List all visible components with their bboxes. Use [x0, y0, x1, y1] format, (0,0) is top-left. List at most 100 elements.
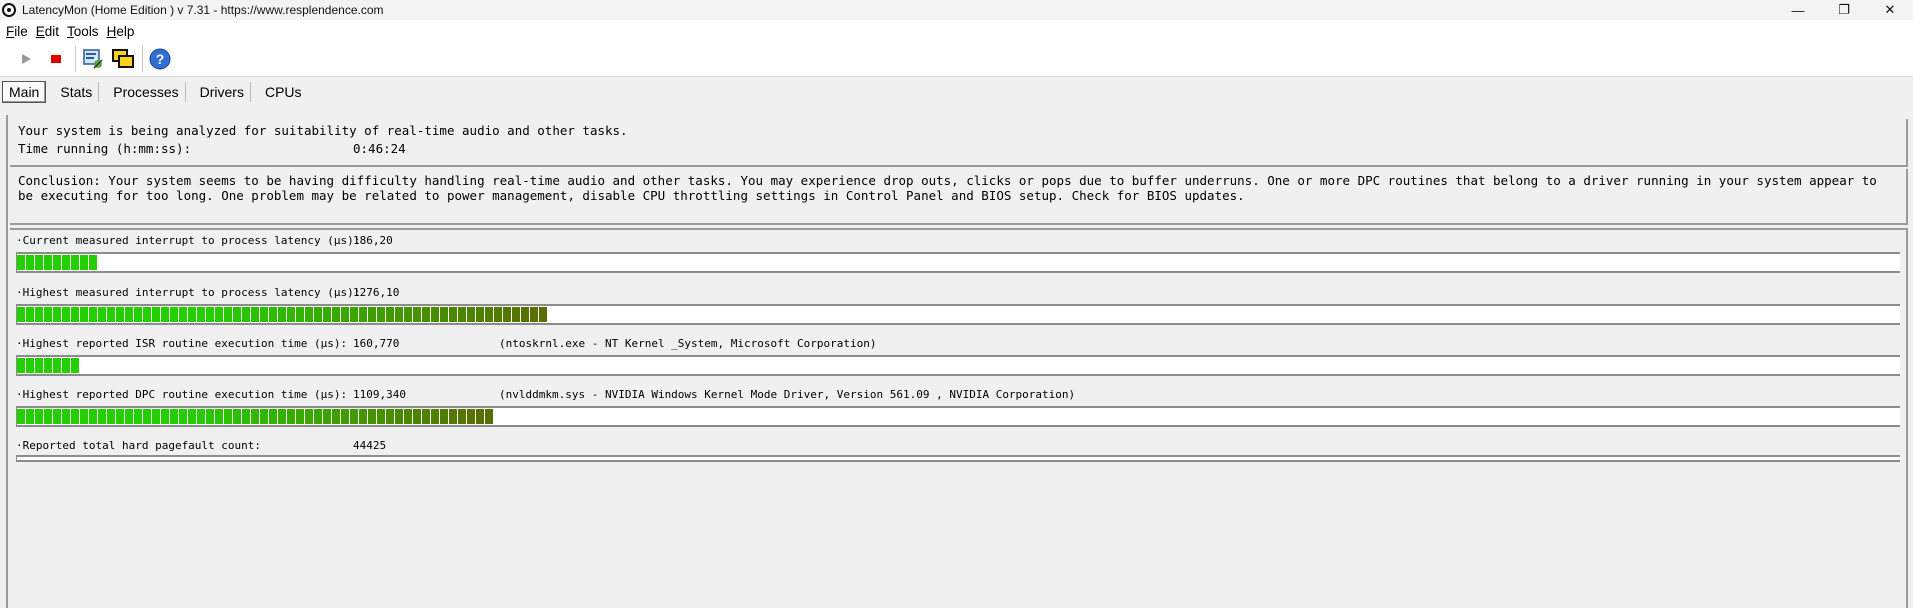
- time-running-value: 0:46:24: [353, 141, 406, 156]
- tab-stats[interactable]: Stats: [54, 82, 100, 102]
- status-box: Your system is being analyzed for suitab…: [10, 119, 1908, 167]
- meter-segment: [206, 307, 214, 322]
- meter-segment: [35, 358, 43, 373]
- meter-segment: [296, 409, 304, 424]
- meter-segment: [116, 307, 124, 322]
- meter-segment: [368, 409, 376, 424]
- help-button[interactable]: ?: [146, 45, 174, 73]
- meter-segment: [305, 307, 313, 322]
- meter-segment: [269, 409, 277, 424]
- menu-file[interactable]: File: [6, 24, 28, 39]
- meter-segment: [35, 255, 43, 270]
- meter-segment: [314, 409, 322, 424]
- latency-meter: [16, 406, 1900, 427]
- meter-segment: [233, 409, 241, 424]
- meter-fill: [17, 409, 494, 424]
- tab-cpus[interactable]: CPUs: [259, 82, 308, 102]
- meter-segment: [458, 409, 466, 424]
- tab-drivers[interactable]: Drivers: [194, 82, 251, 102]
- report-button[interactable]: [79, 45, 107, 73]
- meter-segment: [197, 307, 205, 322]
- meter-segment: [215, 307, 223, 322]
- meter-segment: [296, 307, 304, 322]
- meter-segment: [26, 307, 34, 322]
- latency-meter: [16, 304, 1900, 325]
- meter-segment: [98, 409, 106, 424]
- meter-segment: [377, 307, 385, 322]
- tab-cpus-label: CPUs: [264, 84, 302, 100]
- metric-label: ·Current measured interrupt to process l…: [16, 234, 361, 247]
- meter-segment: [188, 307, 196, 322]
- meter-segment: [359, 409, 367, 424]
- meter-segment: [278, 307, 286, 322]
- report-icon: [83, 49, 103, 69]
- tab-main-label: Main: [9, 84, 40, 100]
- start-monitor-button[interactable]: [12, 45, 40, 73]
- close-button[interactable]: ✕: [1867, 0, 1913, 20]
- minimize-button[interactable]: —: [1775, 0, 1821, 20]
- meter-segment: [80, 307, 88, 322]
- meter-segment: [458, 307, 466, 322]
- meter-fill: [17, 255, 98, 270]
- menu-help[interactable]: Help: [107, 24, 135, 39]
- meter-segment: [449, 307, 457, 322]
- meter-segment: [215, 409, 223, 424]
- tab-stats-label: Stats: [60, 84, 93, 100]
- meter-segment: [413, 409, 421, 424]
- metrics-box: ·Current measured interrupt to process l…: [10, 228, 1908, 608]
- meter-segment: [278, 409, 286, 424]
- meter-segment: [512, 307, 520, 322]
- meter-segment: [323, 307, 331, 322]
- meter-segment: [152, 307, 160, 322]
- meter-segment: [467, 409, 475, 424]
- meter-segment: [368, 307, 376, 322]
- meter-segment: [350, 307, 358, 322]
- meter-segment: [62, 358, 70, 373]
- menu-bar: File Edit Tools Help: [0, 20, 1913, 42]
- meter-segment: [323, 409, 331, 424]
- meter-segment: [485, 409, 493, 424]
- meter-segment: [386, 409, 394, 424]
- latencymon-app-icon: [2, 3, 16, 17]
- metric-label: ·Highest reported DPC routine execution …: [16, 388, 348, 401]
- meter-segment: [71, 358, 79, 373]
- meter-segment: [152, 409, 160, 424]
- menu-tools[interactable]: Tools: [67, 24, 99, 39]
- maximize-button[interactable]: ❐: [1821, 0, 1867, 20]
- latency-meter: [16, 252, 1900, 273]
- help-icon: ?: [149, 48, 171, 70]
- meter-segment: [395, 307, 403, 322]
- meter-segment: [89, 255, 97, 270]
- meter-segment: [134, 409, 142, 424]
- meter-segment: [521, 307, 529, 322]
- tab-processes-label: Processes: [113, 84, 179, 100]
- meter-segment: [53, 358, 61, 373]
- meter-segment: [404, 307, 412, 322]
- meter-segment: [449, 409, 457, 424]
- pagefault-meter: [16, 455, 1900, 462]
- meter-segment: [53, 255, 61, 270]
- meter-segment: [197, 409, 205, 424]
- meter-segment: [89, 307, 97, 322]
- meter-segment: [386, 307, 394, 322]
- meter-segment: [332, 409, 340, 424]
- meter-segment: [17, 307, 25, 322]
- menu-edit[interactable]: Edit: [36, 24, 59, 39]
- meter-segment: [260, 409, 268, 424]
- meter-segment: [395, 409, 403, 424]
- meter-segment: [143, 307, 151, 322]
- meter-segment: [35, 307, 43, 322]
- meter-segment: [80, 409, 88, 424]
- tab-processes[interactable]: Processes: [107, 82, 186, 102]
- windows-button[interactable]: [109, 45, 137, 73]
- stop-monitor-button[interactable]: [42, 45, 70, 73]
- meter-segment: [62, 409, 70, 424]
- toolbar-separator: [75, 46, 76, 72]
- meter-segment: [125, 409, 133, 424]
- meter-segment: [251, 409, 259, 424]
- toolbar: ?: [0, 42, 1913, 77]
- meter-segment: [341, 307, 349, 322]
- tab-main[interactable]: Main: [2, 81, 47, 103]
- meter-segment: [80, 255, 88, 270]
- latency-meter: [16, 355, 1900, 376]
